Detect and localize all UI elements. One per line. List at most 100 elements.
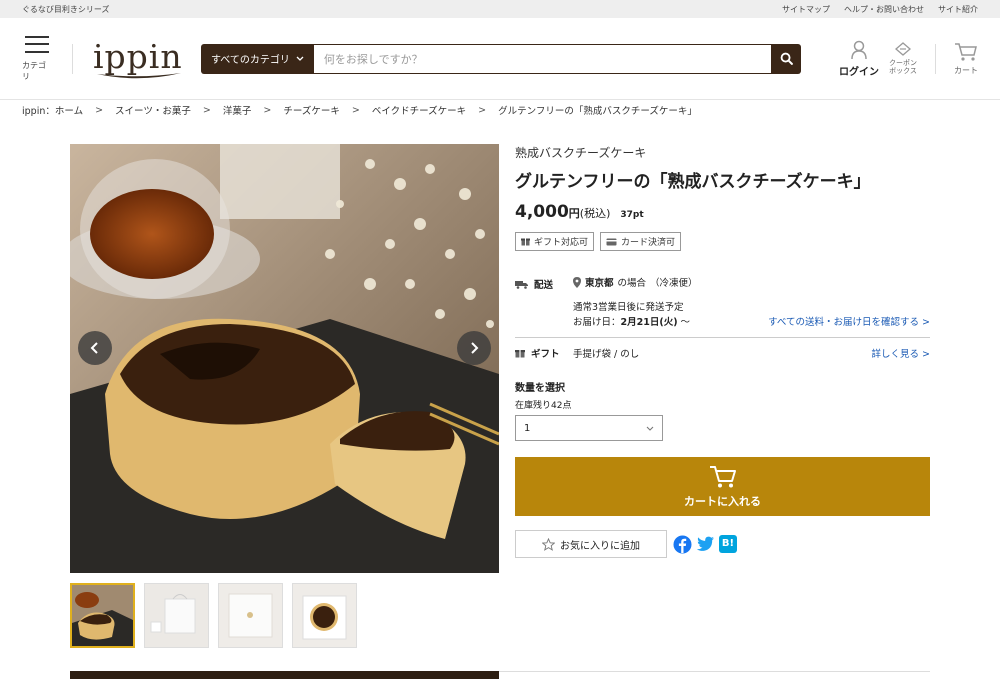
delivery-date-prefix: お届け日： [573,317,621,328]
add-to-favorites-button[interactable]: お気に入りに追加 [515,530,667,558]
gift-available-label: ギフト対応可 [534,238,589,248]
product-title: グルテンフリーの「熟成バスクチーズケーキ」 [515,172,871,192]
section-tab-bar [70,671,499,679]
shipping-label: 配送 [534,280,554,291]
gift-icon [521,238,530,246]
facebook-share-button[interactable] [673,535,692,554]
user-icon [851,40,867,59]
add-to-favorites-label: お気に入りに追加 [560,540,640,552]
next-image-button[interactable] [457,331,491,365]
add-to-cart-label: カートに入れる [684,494,761,508]
breadcrumb-current: グルテンフリーの「熟成バスクチーズケーキ」 [498,106,697,117]
product-badges: ギフト対応可 カード決済可 [515,232,930,251]
chevron-down-icon [646,426,654,431]
search-bar: すべてのカテゴリ 何をお探しですか？ [201,43,801,74]
gift-icon [515,350,525,358]
cart-button[interactable]: カート [954,42,978,76]
price-value: 4,000 [515,202,569,222]
quantity-select[interactable]: 1 [515,415,663,441]
sitemap-link[interactable]: サイトマップ [782,4,830,15]
search-button[interactable] [771,43,801,74]
help-link[interactable]: ヘルプ・お問い合わせ [844,4,924,15]
hatena-bookmark-button[interactable]: B! [719,534,737,553]
search-category-label: すべてのカテゴリ [211,55,290,66]
price-tax-note: (税込) [579,207,611,220]
product-info: 熟成バスクチーズケーキ グルテンフリーの「熟成バスクチーズケーキ」 4,000 … [515,144,930,558]
site-intro-link[interactable]: サイト紹介 [938,4,978,15]
product-thumbnails [70,583,357,648]
breadcrumb-separator: > [478,104,487,116]
hamburger-icon [25,35,49,53]
breadcrumb-item[interactable]: ippin：ホーム [22,103,83,117]
thumbnail-2[interactable] [144,583,209,648]
gift-label: ギフト [531,349,560,360]
section-tab-line [499,671,930,672]
price-currency: 円 [568,207,580,220]
credit-card-icon [606,238,617,245]
breadcrumb-separator: > [95,104,104,116]
breadcrumb-item[interactable]: スイーツ・お菓子 [115,103,191,117]
search-category-select[interactable]: すべてのカテゴリ [201,43,314,74]
search-icon [780,52,793,65]
card-payment-badge: カード決済可 [600,232,682,251]
gift-section: ギフト 手提げ袋 / のし 詳しく見る > [515,338,930,368]
cart-icon [709,465,736,487]
category-menu-label: カテゴリ [22,60,46,81]
login-label: ログイン [839,66,879,78]
thumbnail-box-image [219,584,282,647]
stock-remaining: 在庫残り42点 [515,401,572,411]
thumbnail-1[interactable] [70,583,135,648]
favorite-social-row: お気に入りに追加 B! [515,530,930,558]
social-share-buttons: B! [673,534,737,554]
basque-cheesecake-photo [70,144,499,573]
gift-options: 手提げ袋 / のし [573,349,640,360]
gift-heading: ギフト [515,346,573,360]
card-payment-label: カード決済可 [621,238,676,248]
delivery-date: 2月21日(火) [620,317,678,328]
star-icon [542,537,555,551]
twitter-share-button[interactable] [696,535,715,554]
points-value: 37pt [620,210,644,220]
quantity-label: 数量を選択 [515,383,565,394]
header-divider [72,43,73,74]
chevron-left-icon [90,342,98,354]
breadcrumb-item[interactable]: ベイクドチーズケーキ [372,103,466,117]
gift-available-badge: ギフト対応可 [515,232,595,251]
shipping-section: 配送 東京都 の場合 （冷凍便） 通常3営業日後に発送予定 お届け日：2月21日… [515,273,930,333]
utility-links: サイトマップ ヘルプ・お問い合わせ サイト紹介 [782,4,978,15]
shipping-method: （冷凍便） [650,278,698,289]
hatena-icon: B! [721,538,735,549]
breadcrumb-separator: > [263,104,272,116]
thumbnail-3[interactable] [218,583,283,648]
thumbnail-gift-bag-image [145,584,208,647]
coupon-icon [895,42,911,56]
quantity-section: 数量を選択 在庫残り42点 1 [515,379,930,441]
shipping-details-link[interactable]: すべての送料・お届け日を確認する > [768,314,930,328]
thumbnail-4[interactable] [292,583,357,648]
delivery-date-suffix: 〜 [677,317,691,328]
gift-details-link[interactable]: 詳しく見る > [872,346,930,360]
chevron-down-icon [296,56,304,61]
category-menu-button[interactable]: カテゴリ [22,35,52,82]
site-header: カテゴリ ippin すべてのカテゴリ 何をお探しですか？ ログイン クーポン … [0,18,1000,100]
add-to-cart-button[interactable]: カートに入れる [515,457,930,516]
location-pin-icon [573,276,581,288]
quantity-value: 1 [524,422,531,434]
coupon-label-line2: ボックス [889,67,917,75]
login-button[interactable]: ログイン [839,40,879,78]
shipping-prefecture[interactable]: 東京都 [585,275,614,289]
coupon-box-button[interactable]: クーポン ボックス [889,42,917,75]
cart-label: カート [954,65,978,75]
breadcrumb-item[interactable]: 洋菓子 [223,103,252,117]
breadcrumb-item[interactable]: チーズケーキ [283,103,340,117]
twitter-icon [696,536,714,551]
prev-image-button[interactable] [78,331,112,365]
site-logo[interactable]: ippin [93,37,185,81]
shipping-location-suffix: の場合 [617,278,647,289]
logo-swoosh-icon [97,72,181,78]
search-input[interactable]: 何をお探しですか？ [313,43,771,74]
coupon-label-line1: クーポン [889,59,917,67]
header-divider-right [935,43,936,74]
series-label: ぐるなび目利きシリーズ [22,4,110,14]
header-actions: ログイン クーポン ボックス カート [825,40,978,78]
